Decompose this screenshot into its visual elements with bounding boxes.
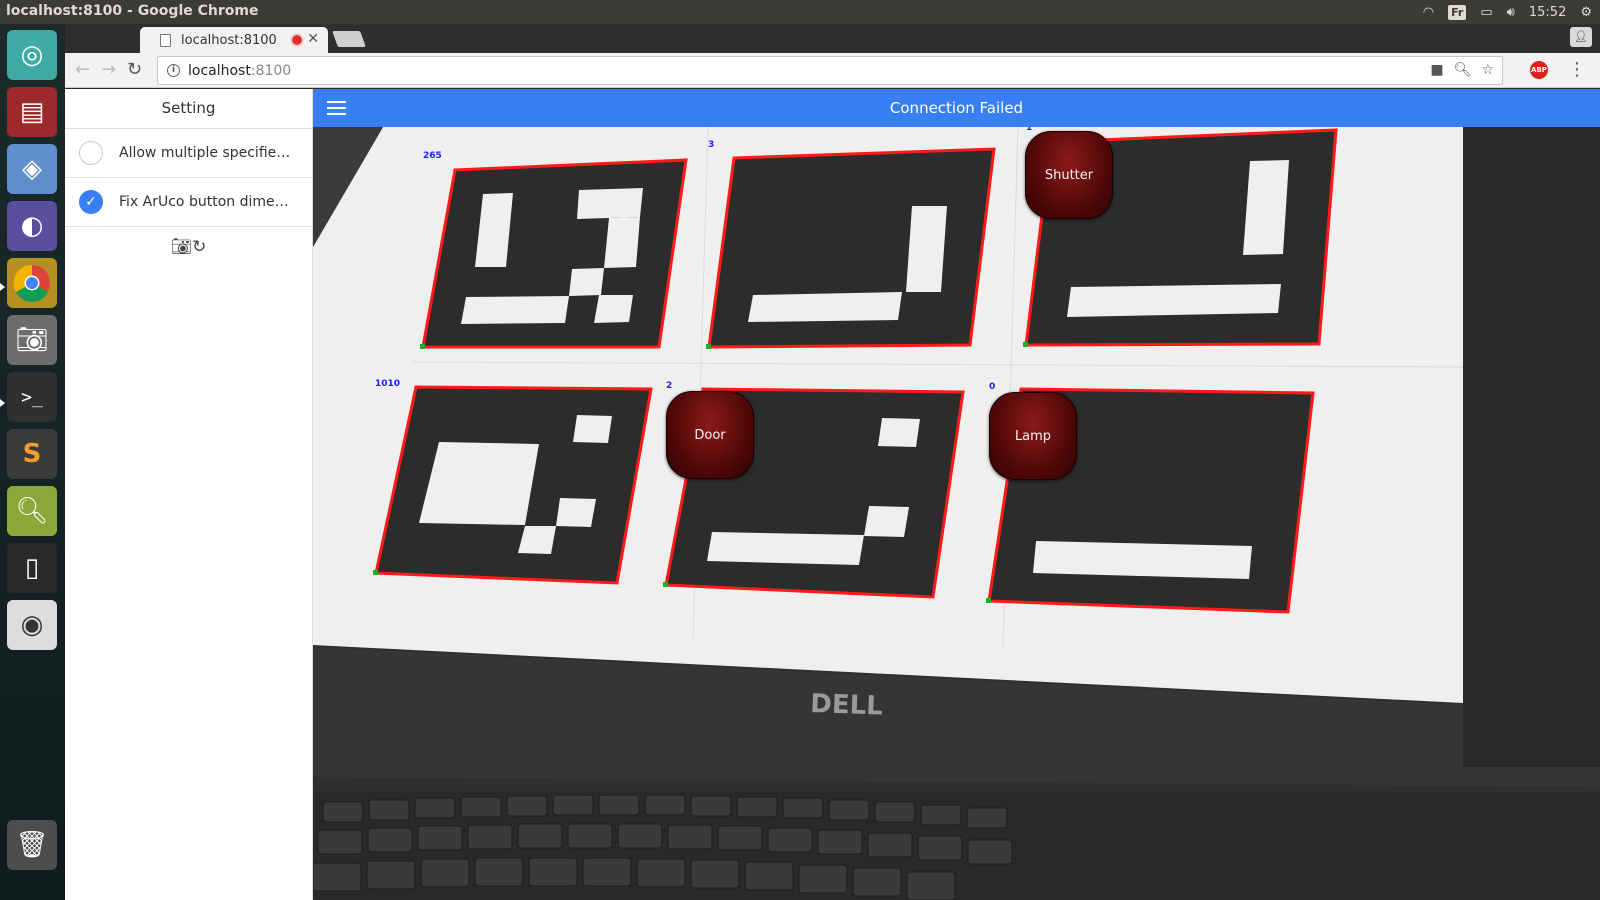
files-icon[interactable]: ▤: [7, 87, 57, 137]
side-menu-title: Setting: [65, 89, 312, 129]
address-bar-actions: ■ 🔍︎ ☆: [1430, 62, 1494, 78]
camera-in-use-icon[interactable]: ■: [1430, 62, 1443, 78]
option-checkbox[interactable]: [79, 141, 103, 165]
battery-icon[interactable]: ▭: [1480, 5, 1492, 20]
laptop-brand-logo: DELL: [810, 689, 883, 722]
eclipse-icon[interactable]: ◐: [7, 201, 57, 251]
back-arrow-icon[interactable]: ←: [75, 59, 90, 80]
marker-id-label: 3: [708, 140, 715, 150]
close-tab-icon[interactable]: ✕: [307, 31, 319, 47]
settings-side-menu: Setting Allow multiple specified int... …: [65, 89, 313, 900]
window-title: localhost:8100 - Google Chrome: [6, 3, 259, 19]
shutter-button[interactable]: Shutter: [1025, 131, 1113, 219]
option-allow-multiple[interactable]: Allow multiple specified int...: [65, 129, 312, 178]
bookmark-star-icon[interactable]: ☆: [1481, 62, 1494, 78]
sublime-text-icon[interactable]: S: [7, 429, 57, 479]
profile-icon[interactable]: 👤︎: [1570, 27, 1592, 47]
volume-icon[interactable]: 🔊︎: [1507, 5, 1515, 20]
camera-app-icon[interactable]: 📷︎: [7, 315, 57, 365]
option-checkbox-checked[interactable]: ✓: [79, 190, 103, 214]
switch-camera-icon[interactable]: 📷︎↻: [65, 237, 312, 257]
clock[interactable]: 15:52: [1529, 5, 1566, 20]
zoom-icon[interactable]: 🔍︎: [1454, 62, 1472, 78]
ubuntu-dash-icon[interactable]: ◎: [7, 30, 57, 80]
marker-id-label: 1010: [375, 379, 401, 389]
forward-arrow-icon[interactable]: →: [101, 59, 116, 80]
url-host: localhost: [188, 62, 251, 79]
new-tab-button[interactable]: [332, 31, 366, 47]
address-bar[interactable]: i localhost:8100 ■ 🔍︎ ☆: [157, 56, 1503, 85]
aruco-marker: [706, 147, 996, 349]
disc-icon[interactable]: ◉: [7, 600, 57, 650]
running-indicator-icon: [0, 399, 5, 407]
option-label: Allow multiple specified int...: [119, 145, 297, 161]
site-info-icon[interactable]: i: [167, 64, 180, 77]
reload-icon[interactable]: ↻: [127, 59, 142, 80]
marker-id-label: 2: [666, 381, 673, 391]
page-favicon-icon: [160, 33, 171, 47]
os-top-panel: localhost:8100 - Google Chrome ◠ Fr ▭ 🔊︎…: [0, 0, 1600, 24]
option-label: Fix ArUco button dimensio...: [119, 194, 297, 210]
terminal-icon[interactable]: >_: [7, 372, 57, 422]
menu-toggle-icon[interactable]: [327, 101, 346, 115]
browser-tab[interactable]: localhost:8100 ✕: [140, 27, 328, 53]
virtualbox-icon[interactable]: ◈: [7, 144, 57, 194]
aruco-marker: [420, 158, 688, 349]
camera-frame-image: DELL: [313, 126, 1600, 900]
ionic-app: Setting Allow multiple specified int... …: [65, 89, 1600, 900]
browser-menu-icon[interactable]: ⋮: [1568, 59, 1586, 80]
unity-launcher: ◎ ▤ ◈ ◐ 📷︎ >_ S 🔍︎ ▯ ◉ 🗑︎: [0, 24, 65, 900]
browser-toolbar: ← → ↻ i localhost:8100 ■ 🔍︎ ☆ ABP ⋮: [65, 53, 1600, 88]
phone-device-icon[interactable]: ▯: [7, 543, 57, 593]
settings-gear-icon[interactable]: ⚙: [1580, 5, 1592, 20]
recording-indicator-icon: [292, 35, 302, 45]
tab-title: localhost:8100: [181, 32, 277, 48]
keyboard-layout-indicator[interactable]: Fr: [1448, 4, 1467, 20]
adblock-plus-icon[interactable]: ABP: [1530, 61, 1548, 79]
option-fix-aruco-dimensions[interactable]: ✓ Fix ArUco button dimensio...: [65, 178, 312, 227]
image-viewer-icon[interactable]: 🔍︎: [7, 486, 57, 536]
browser-tab-strip: localhost:8100 ✕ 👤︎: [65, 24, 1600, 53]
system-tray: ◠ Fr ▭ 🔊︎ 15:52 ⚙: [1423, 0, 1592, 24]
aruco-marker: [373, 385, 653, 585]
camera-view: Connection Failed DELL 265 3 1 1010 2 0 …: [313, 89, 1600, 900]
wifi-icon[interactable]: ◠: [1423, 5, 1434, 20]
marker-id-label: 265: [423, 151, 442, 161]
connection-status-title: Connection Failed: [889, 99, 1024, 117]
running-indicator-icon: [0, 283, 5, 291]
url-port: :8100: [250, 62, 292, 79]
lamp-button[interactable]: Lamp: [989, 392, 1077, 480]
trash-icon[interactable]: 🗑︎: [7, 820, 57, 870]
chrome-icon[interactable]: [7, 258, 57, 308]
app-header: Connection Failed: [313, 89, 1600, 127]
door-button[interactable]: Door: [666, 391, 754, 479]
camera-feed: DELL 265 3 1 1010 2 0 Shutter Door Lamp: [313, 123, 1600, 900]
marker-id-label: 0: [989, 382, 996, 392]
